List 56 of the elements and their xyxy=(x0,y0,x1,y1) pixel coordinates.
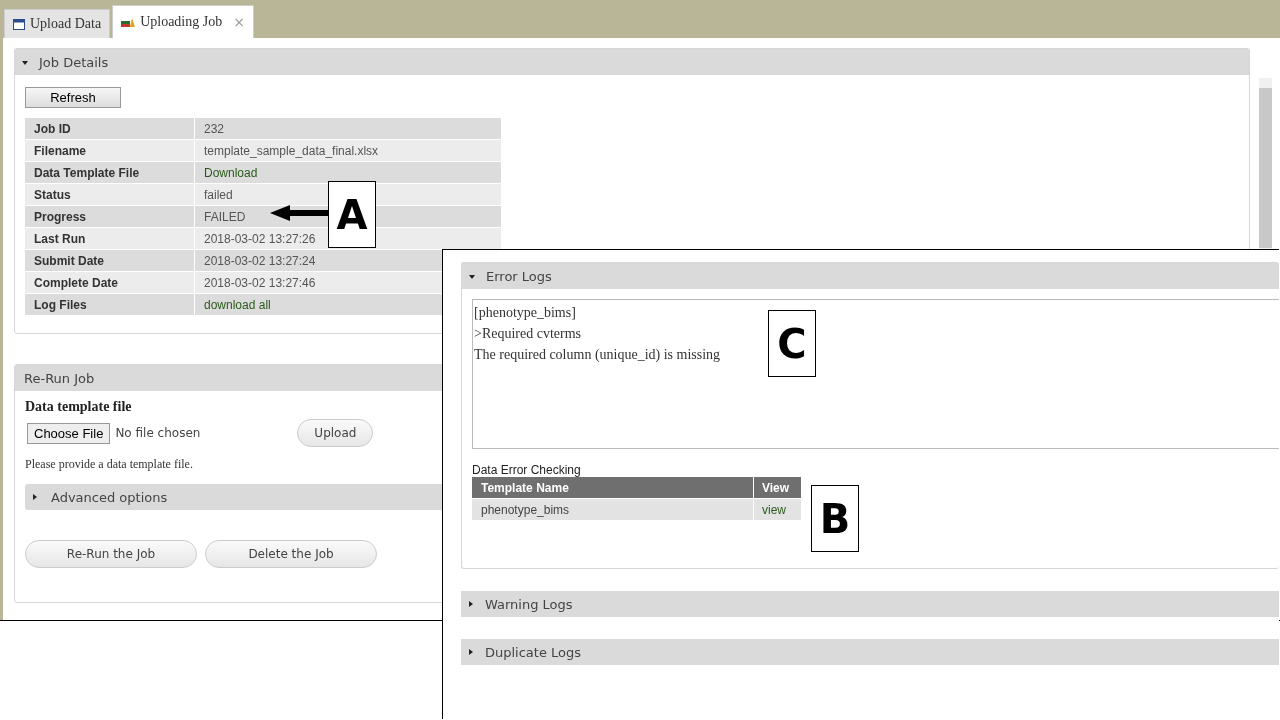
field-label: Data template file xyxy=(25,399,133,415)
hint-text: Please provide a data template file. xyxy=(25,457,193,472)
view-link[interactable]: view xyxy=(754,499,801,520)
field-label: Complete Date xyxy=(25,272,194,293)
column-header: Template Name xyxy=(472,477,753,498)
caret-right-icon xyxy=(31,493,39,501)
field-label: Last Run xyxy=(25,228,194,249)
field-label: Progress xyxy=(25,206,194,227)
annotation-label: C xyxy=(768,310,816,377)
refresh-button[interactable]: Refresh xyxy=(25,87,121,108)
section-header[interactable]: Job Details xyxy=(15,49,1249,75)
action-button[interactable]: Delete the Job xyxy=(205,540,377,568)
caret-down-icon xyxy=(21,58,29,66)
tab[interactable]: Upload Data xyxy=(4,9,111,38)
tab-label: Uploading Job xyxy=(140,14,223,30)
field-value: 232 xyxy=(204,121,225,136)
log-line: [phenotype_bims] xyxy=(474,304,576,322)
field-label: Submit Date xyxy=(25,250,194,271)
field-label: Status xyxy=(25,184,194,205)
field-label: Log Files xyxy=(25,294,194,315)
table-cell: phenotype_bims xyxy=(472,499,753,520)
field-value: template_sample_data_final.xlsx xyxy=(204,143,379,158)
window-icon xyxy=(13,18,25,30)
field-label: Filename xyxy=(25,140,194,161)
section-header[interactable]: Error Logs xyxy=(462,263,1279,289)
section-title: Job Details xyxy=(39,54,109,70)
file-status: No file chosen xyxy=(115,426,202,440)
section-title: Re-Run Job xyxy=(24,370,95,386)
section-header[interactable]: Warning Logs xyxy=(461,591,1279,617)
tab[interactable]: Uploading Job × xyxy=(112,5,254,38)
tab-label: Upload Data xyxy=(30,16,102,32)
field-value: 2018-03-02 13:27:46 xyxy=(204,275,316,290)
field-value: 2018-03-02 13:27:26 xyxy=(204,231,316,246)
section-header[interactable]: Duplicate Logs xyxy=(461,639,1279,665)
log-line: >Required cvterms xyxy=(474,325,582,343)
section-title: Advanced options xyxy=(51,489,168,505)
field-label: Data Template File xyxy=(25,162,194,183)
column-header: View xyxy=(754,477,801,498)
download-link[interactable]: Download xyxy=(204,165,258,180)
field-value: failed xyxy=(204,187,233,202)
download-link[interactable]: download all xyxy=(204,297,271,312)
section-title: Error Logs xyxy=(486,268,552,284)
section-title: Warning Logs xyxy=(485,596,573,612)
caret-right-icon xyxy=(467,600,475,608)
field-value: 2018-03-02 13:27:24 xyxy=(204,253,316,268)
annotation-label: A xyxy=(328,181,376,248)
action-button[interactable]: Re-Run the Job xyxy=(25,540,197,568)
table-caption: Data Error Checking xyxy=(472,463,582,477)
log-line: The required column (unique_id) is missing xyxy=(474,346,721,364)
section-title: Duplicate Logs xyxy=(485,644,582,660)
annotation-label: B xyxy=(811,485,859,552)
field-value: FAILED xyxy=(204,209,246,224)
caret-right-icon xyxy=(467,648,475,656)
choose-file-button[interactable]: Choose File xyxy=(27,422,111,444)
upload-button[interactable]: Upload xyxy=(297,419,374,447)
field-label: Job ID xyxy=(25,118,194,139)
